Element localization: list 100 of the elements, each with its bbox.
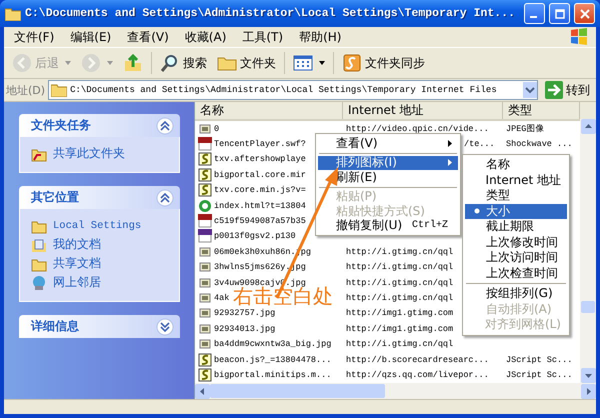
file-name[interactable]: bigportal.core.mir: [214, 170, 306, 180]
views-icon: [293, 53, 313, 73]
column-header[interactable]: 类型: [503, 102, 580, 119]
menu-item[interactable]: 查看(V): [318, 136, 458, 150]
menu-item[interactable]: 上次修改时间: [465, 234, 567, 250]
toolbar-button[interactable]: 搜索: [156, 51, 211, 75]
place-link[interactable]: 共享此文件夹: [53, 145, 125, 162]
menu-item[interactable]: 截止期限: [465, 219, 567, 234]
section-header[interactable]: 文件夹任务: [19, 114, 180, 137]
dropdown-icon[interactable]: [523, 82, 537, 98]
file-icon: [198, 337, 212, 352]
menu-item[interactable]: 收藏(A): [178, 28, 236, 46]
radio-dot-icon: [474, 208, 480, 214]
file-name[interactable]: bigportal.minitips.m...: [214, 370, 332, 380]
file-url: /te...: [464, 139, 495, 150]
section-header[interactable]: 详细信息: [19, 315, 180, 338]
maximize-button[interactable]: [549, 3, 570, 24]
script-file-icon: [198, 368, 212, 382]
submenu-arrow-icon: [448, 159, 452, 166]
file-icon: [198, 214, 212, 228]
file-url: http://img1.gtimg.com: [346, 324, 454, 334]
file-icon: [198, 260, 212, 274]
folder-icon: [51, 83, 68, 97]
dropdown-icon: [107, 61, 113, 65]
vertical-scrollbar[interactable]: [580, 119, 596, 383]
place-link[interactable]: Local Settings: [53, 220, 142, 232]
menu-item[interactable]: 大小: [465, 204, 567, 219]
web-page-icon: [198, 198, 212, 213]
menu-item[interactable]: Internet 地址: [465, 172, 567, 188]
file-url: http://video.qpic.cn/vide...: [346, 124, 489, 134]
menu-item[interactable]: 类型: [465, 188, 567, 204]
menu-item[interactable]: 工具(T): [236, 28, 294, 46]
file-url: http://qzs.qq.com/livepor...: [346, 370, 489, 380]
file-url: http://i.gtimg.cn/qql: [346, 262, 454, 272]
window-title: C:\Documents and Settings\Administrator\Local Settings\Temporary Int...: [25, 7, 516, 20]
go-button[interactable]: 转到: [541, 81, 594, 99]
toolbar-button[interactable]: 文件夹同步: [338, 51, 429, 75]
file-icon: [198, 244, 212, 259]
minimize-button[interactable]: [524, 3, 545, 24]
go-arrow-icon: [545, 81, 563, 99]
search-icon: [160, 53, 180, 73]
maximize-icon: [554, 8, 564, 18]
scroll-up-icon[interactable]: [580, 119, 596, 134]
file-icon: [198, 276, 212, 290]
menu-item[interactable]: 撤销复制(U) Ctrl+Z: [318, 218, 458, 233]
section-header[interactable]: 其它位置: [19, 186, 180, 209]
script-file-icon: [198, 183, 212, 198]
file-url: http://b.scorecardresearc...: [346, 354, 489, 365]
file-name[interactable]: ba4ddm9cwxntw3a_big.jpg: [214, 339, 332, 350]
collapse-icon: [156, 188, 174, 206]
menu-item[interactable]: 排列图标(I): [318, 156, 458, 170]
file-name[interactable]: txv.aftershowplaye: [214, 154, 306, 164]
file-icon: [198, 122, 212, 136]
menu-item[interactable]: 编辑(E): [64, 28, 122, 46]
address-field[interactable]: C:\Documents and Settings\Administrator\Local Settings\Temporary Internet Files: [48, 80, 538, 100]
menu-item[interactable]: 按组排列(G): [465, 286, 567, 302]
menu-item[interactable]: 文件(F): [8, 28, 64, 46]
file-url: http://img1.gtimg.com: [346, 308, 454, 318]
file-type: Shockwave ...: [506, 139, 572, 150]
script-file-icon: [198, 352, 212, 367]
place-link[interactable]: 我的文档: [53, 236, 101, 253]
file-name[interactable]: 0: [214, 124, 220, 134]
folder-icon: [5, 6, 21, 20]
file-icon: [198, 229, 212, 244]
expand-icon: [156, 318, 174, 336]
file-name[interactable]: beacon.js?_=13804478...: [214, 354, 332, 365]
place-link[interactable]: 共享文档: [53, 255, 101, 272]
file-icon: [198, 306, 212, 320]
menu-item[interactable]: 上次访问时间: [465, 250, 567, 266]
column-header[interactable]: Internet 地址: [343, 102, 503, 119]
place-link[interactable]: 网上邻居: [53, 274, 101, 291]
menu-item[interactable]: 上次检查时间: [465, 266, 567, 281]
menu-item[interactable]: 名称: [465, 157, 567, 172]
file-icon: [198, 290, 212, 305]
menu-item[interactable]: 帮助(H): [293, 28, 352, 46]
menu-item[interactable]: 查看(V): [121, 28, 179, 46]
file-name[interactable]: TencentPlayer.swf?: [214, 139, 306, 150]
file-name[interactable]: c519f5949087a57b35: [214, 216, 306, 226]
scroll-right-icon[interactable]: [581, 384, 596, 398]
file-type: JPEG图像: [506, 122, 544, 135]
file-name[interactable]: p0013f0gsv2.p130: [214, 231, 296, 242]
scroll-left-icon[interactable]: [195, 384, 210, 398]
file-name[interactable]: index.html?t=13804: [214, 200, 306, 211]
column-header[interactable]: 名称: [195, 102, 343, 119]
minimize-icon: [530, 16, 536, 18]
file-type: JScript Sc...: [506, 370, 572, 380]
collapse-icon: [156, 116, 174, 134]
toolbar-button[interactable]: 文件夹: [213, 51, 280, 75]
scroll-down-icon[interactable]: [580, 368, 596, 383]
file-name[interactable]: txv.core.min.js?v=: [214, 185, 306, 196]
scrollbar-thumb[interactable]: [210, 384, 385, 398]
file-type: JScript Sc...: [506, 354, 572, 365]
file-name[interactable]: 4ak: [214, 292, 230, 303]
file-name[interactable]: 92934013.jpg: [214, 324, 276, 334]
close-button[interactable]: [574, 3, 595, 24]
dropdown-icon: [319, 61, 325, 65]
file-url: http://i.gtimg.cn/qql: [346, 278, 454, 288]
horizontal-scrollbar[interactable]: [195, 383, 596, 399]
scrollbar-thumb[interactable]: [581, 301, 595, 313]
file-name[interactable]: 92932757.jpg: [214, 308, 276, 318]
